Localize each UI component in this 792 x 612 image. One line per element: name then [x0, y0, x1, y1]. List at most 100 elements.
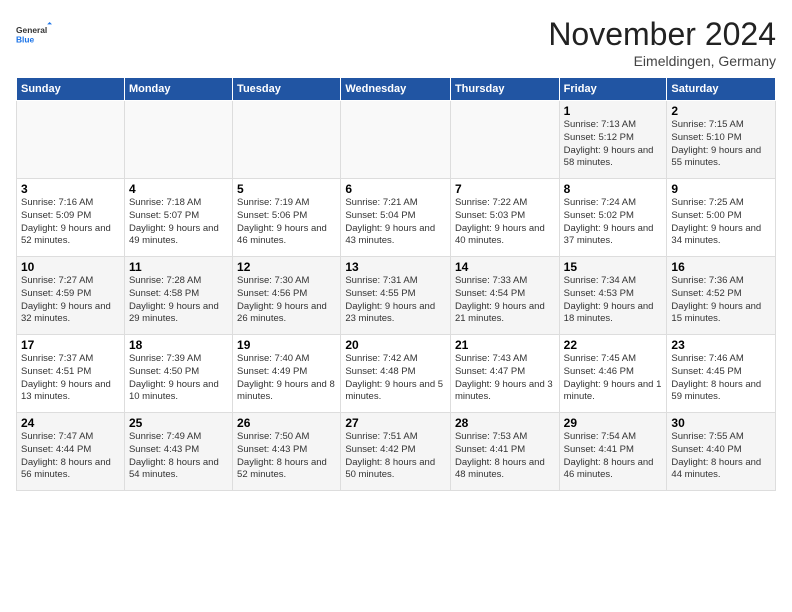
- calendar-cell: 13Sunrise: 7:31 AMSunset: 4:55 PMDayligh…: [341, 257, 451, 335]
- day-info: Sunrise: 7:31 AMSunset: 4:55 PMDaylight:…: [345, 275, 446, 326]
- calendar-cell: 8Sunrise: 7:24 AMSunset: 5:02 PMDaylight…: [559, 179, 667, 257]
- day-number: 19: [237, 338, 336, 352]
- day-info: Sunrise: 7:54 AMSunset: 4:41 PMDaylight:…: [564, 431, 663, 482]
- day-info: Sunrise: 7:33 AMSunset: 4:54 PMDaylight:…: [455, 275, 555, 326]
- day-number: 2: [671, 104, 771, 118]
- calendar-cell: 14Sunrise: 7:33 AMSunset: 4:54 PMDayligh…: [450, 257, 559, 335]
- logo: General Blue: [16, 16, 52, 52]
- day-number: 14: [455, 260, 555, 274]
- calendar-week-2: 3Sunrise: 7:16 AMSunset: 5:09 PMDaylight…: [17, 179, 776, 257]
- day-number: 9: [671, 182, 771, 196]
- day-info: Sunrise: 7:49 AMSunset: 4:43 PMDaylight:…: [129, 431, 228, 482]
- calendar-week-4: 17Sunrise: 7:37 AMSunset: 4:51 PMDayligh…: [17, 335, 776, 413]
- calendar-cell: 27Sunrise: 7:51 AMSunset: 4:42 PMDayligh…: [341, 413, 451, 491]
- header-sunday: Sunday: [17, 78, 125, 101]
- day-info: Sunrise: 7:18 AMSunset: 5:07 PMDaylight:…: [129, 197, 228, 248]
- calendar-cell: 5Sunrise: 7:19 AMSunset: 5:06 PMDaylight…: [233, 179, 341, 257]
- calendar-cell: 6Sunrise: 7:21 AMSunset: 5:04 PMDaylight…: [341, 179, 451, 257]
- day-number: 18: [129, 338, 228, 352]
- day-info: Sunrise: 7:51 AMSunset: 4:42 PMDaylight:…: [345, 431, 446, 482]
- day-info: Sunrise: 7:15 AMSunset: 5:10 PMDaylight:…: [671, 119, 771, 170]
- day-number: 12: [237, 260, 336, 274]
- day-number: 27: [345, 416, 446, 430]
- day-info: Sunrise: 7:19 AMSunset: 5:06 PMDaylight:…: [237, 197, 336, 248]
- day-info: Sunrise: 7:16 AMSunset: 5:09 PMDaylight:…: [21, 197, 120, 248]
- calendar-cell: [17, 101, 125, 179]
- calendar-cell: 23Sunrise: 7:46 AMSunset: 4:45 PMDayligh…: [667, 335, 776, 413]
- calendar-cell: 17Sunrise: 7:37 AMSunset: 4:51 PMDayligh…: [17, 335, 125, 413]
- day-number: 5: [237, 182, 336, 196]
- calendar-cell: 11Sunrise: 7:28 AMSunset: 4:58 PMDayligh…: [124, 257, 232, 335]
- calendar-cell: 21Sunrise: 7:43 AMSunset: 4:47 PMDayligh…: [450, 335, 559, 413]
- day-number: 30: [671, 416, 771, 430]
- day-number: 4: [129, 182, 228, 196]
- day-info: Sunrise: 7:36 AMSunset: 4:52 PMDaylight:…: [671, 275, 771, 326]
- day-info: Sunrise: 7:13 AMSunset: 5:12 PMDaylight:…: [564, 119, 663, 170]
- day-number: 8: [564, 182, 663, 196]
- svg-text:Blue: Blue: [16, 34, 35, 44]
- day-number: 7: [455, 182, 555, 196]
- header-friday: Friday: [559, 78, 667, 101]
- calendar-cell: 16Sunrise: 7:36 AMSunset: 4:52 PMDayligh…: [667, 257, 776, 335]
- day-number: 24: [21, 416, 120, 430]
- title-area: November 2024 Eimeldingen, Germany: [548, 16, 776, 69]
- calendar-cell: 12Sunrise: 7:30 AMSunset: 4:56 PMDayligh…: [233, 257, 341, 335]
- day-info: Sunrise: 7:45 AMSunset: 4:46 PMDaylight:…: [564, 353, 663, 404]
- day-number: 16: [671, 260, 771, 274]
- calendar-cell: 28Sunrise: 7:53 AMSunset: 4:41 PMDayligh…: [450, 413, 559, 491]
- day-number: 6: [345, 182, 446, 196]
- calendar-cell: [450, 101, 559, 179]
- day-number: 17: [21, 338, 120, 352]
- day-number: 11: [129, 260, 228, 274]
- day-info: Sunrise: 7:50 AMSunset: 4:43 PMDaylight:…: [237, 431, 336, 482]
- day-info: Sunrise: 7:21 AMSunset: 5:04 PMDaylight:…: [345, 197, 446, 248]
- day-number: 23: [671, 338, 771, 352]
- day-info: Sunrise: 7:53 AMSunset: 4:41 PMDaylight:…: [455, 431, 555, 482]
- header-thursday: Thursday: [450, 78, 559, 101]
- day-number: 22: [564, 338, 663, 352]
- day-info: Sunrise: 7:43 AMSunset: 4:47 PMDaylight:…: [455, 353, 555, 404]
- calendar-cell: 29Sunrise: 7:54 AMSunset: 4:41 PMDayligh…: [559, 413, 667, 491]
- calendar-cell: [233, 101, 341, 179]
- day-number: 21: [455, 338, 555, 352]
- day-info: Sunrise: 7:27 AMSunset: 4:59 PMDaylight:…: [21, 275, 120, 326]
- calendar-cell: [124, 101, 232, 179]
- header-saturday: Saturday: [667, 78, 776, 101]
- day-info: Sunrise: 7:40 AMSunset: 4:49 PMDaylight:…: [237, 353, 336, 404]
- calendar-cell: 18Sunrise: 7:39 AMSunset: 4:50 PMDayligh…: [124, 335, 232, 413]
- header-wednesday: Wednesday: [341, 78, 451, 101]
- calendar-week-1: 1Sunrise: 7:13 AMSunset: 5:12 PMDaylight…: [17, 101, 776, 179]
- calendar-cell: 10Sunrise: 7:27 AMSunset: 4:59 PMDayligh…: [17, 257, 125, 335]
- day-number: 28: [455, 416, 555, 430]
- calendar-cell: 30Sunrise: 7:55 AMSunset: 4:40 PMDayligh…: [667, 413, 776, 491]
- calendar-cell: 25Sunrise: 7:49 AMSunset: 4:43 PMDayligh…: [124, 413, 232, 491]
- day-info: Sunrise: 7:37 AMSunset: 4:51 PMDaylight:…: [21, 353, 120, 404]
- day-number: 10: [21, 260, 120, 274]
- day-number: 13: [345, 260, 446, 274]
- day-number: 3: [21, 182, 120, 196]
- day-info: Sunrise: 7:28 AMSunset: 4:58 PMDaylight:…: [129, 275, 228, 326]
- calendar-cell: 9Sunrise: 7:25 AMSunset: 5:00 PMDaylight…: [667, 179, 776, 257]
- day-number: 15: [564, 260, 663, 274]
- calendar-cell: 22Sunrise: 7:45 AMSunset: 4:46 PMDayligh…: [559, 335, 667, 413]
- svg-text:General: General: [16, 25, 47, 35]
- day-number: 26: [237, 416, 336, 430]
- logo-svg: General Blue: [16, 16, 52, 52]
- calendar-cell: 15Sunrise: 7:34 AMSunset: 4:53 PMDayligh…: [559, 257, 667, 335]
- calendar-cell: 20Sunrise: 7:42 AMSunset: 4:48 PMDayligh…: [341, 335, 451, 413]
- calendar-cell: 1Sunrise: 7:13 AMSunset: 5:12 PMDaylight…: [559, 101, 667, 179]
- day-number: 25: [129, 416, 228, 430]
- day-number: 20: [345, 338, 446, 352]
- month-title: November 2024: [548, 16, 776, 53]
- day-info: Sunrise: 7:24 AMSunset: 5:02 PMDaylight:…: [564, 197, 663, 248]
- calendar-week-3: 10Sunrise: 7:27 AMSunset: 4:59 PMDayligh…: [17, 257, 776, 335]
- calendar-cell: 26Sunrise: 7:50 AMSunset: 4:43 PMDayligh…: [233, 413, 341, 491]
- calendar-cell: 24Sunrise: 7:47 AMSunset: 4:44 PMDayligh…: [17, 413, 125, 491]
- page-header: General Blue November 2024 Eimeldingen, …: [16, 16, 776, 69]
- day-info: Sunrise: 7:22 AMSunset: 5:03 PMDaylight:…: [455, 197, 555, 248]
- day-number: 1: [564, 104, 663, 118]
- day-info: Sunrise: 7:46 AMSunset: 4:45 PMDaylight:…: [671, 353, 771, 404]
- calendar-table: Sunday Monday Tuesday Wednesday Thursday…: [16, 77, 776, 491]
- day-info: Sunrise: 7:39 AMSunset: 4:50 PMDaylight:…: [129, 353, 228, 404]
- day-info: Sunrise: 7:42 AMSunset: 4:48 PMDaylight:…: [345, 353, 446, 404]
